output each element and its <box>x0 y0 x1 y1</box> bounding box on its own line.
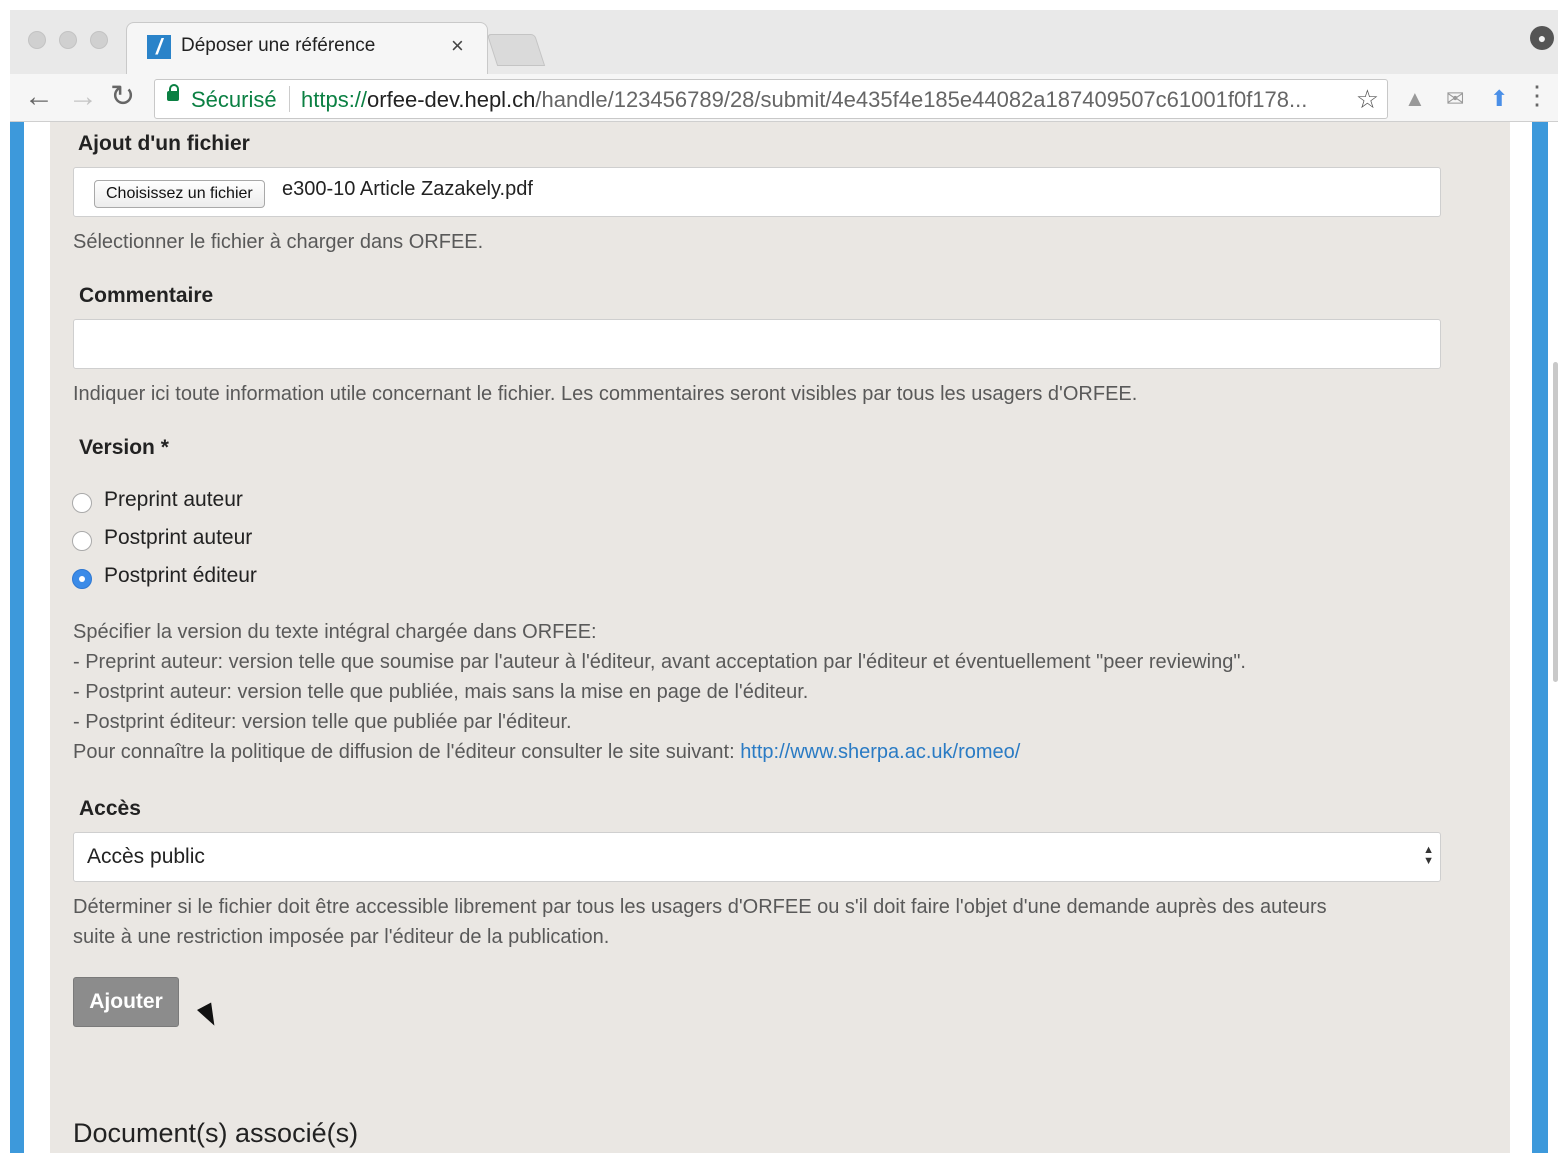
tab-title: Déposer une référence <box>181 35 376 56</box>
file-help-text: Sélectionner le fichier à charger dans O… <box>73 231 484 253</box>
version-label: Version * <box>79 436 169 459</box>
url-path: /handle/123456789/28/submit/4e435f4e185e… <box>535 87 1308 112</box>
version-help-block: Spécifier la version du texte intégral c… <box>73 617 1246 767</box>
lock-icon <box>167 84 179 101</box>
version-radio-postprint-editeur[interactable] <box>72 569 92 589</box>
version-radio-preprint-auteur[interactable] <box>72 493 92 513</box>
back-arrow-icon[interactable]: ← <box>24 80 54 114</box>
access-select[interactable]: Accès public ▲ ▼ <box>73 832 1441 882</box>
reload-icon[interactable]: ↻ <box>110 80 135 114</box>
access-help-line: Déterminer si le fichier doit être acces… <box>73 896 1327 918</box>
site-favicon-icon: / <box>147 35 171 59</box>
url-scheme: https:// <box>301 87 368 112</box>
version-option-label[interactable]: Preprint auteur <box>104 488 243 512</box>
comment-label: Commentaire <box>79 284 214 307</box>
maximize-window-button[interactable] <box>90 31 108 49</box>
file-input[interactable]: Choisissez un fichier e300-10 Article Za… <box>73 167 1441 217</box>
left-accent-stripe <box>10 122 24 1153</box>
access-label: Accès <box>79 797 141 820</box>
version-option-label[interactable]: Postprint auteur <box>104 526 252 550</box>
right-accent-stripe <box>1532 122 1548 1153</box>
mail-extension-icon[interactable]: ✉ <box>1446 86 1464 112</box>
choose-file-button[interactable]: Choisissez un fichier <box>94 180 265 208</box>
access-help-line: suite à une restriction imposée par l'éd… <box>73 926 610 948</box>
version-help-line: - Postprint éditeur: version telle que p… <box>73 711 572 733</box>
page-scrollbar[interactable] <box>1553 362 1558 682</box>
page-viewport: Ajout d'un fichier Choisissez un fichier… <box>10 122 1558 1153</box>
access-help-block: Déterminer si le fichier doit être acces… <box>73 892 1327 952</box>
access-selected-value: Accès public <box>87 845 205 868</box>
file-label: Ajout d'un fichier <box>78 132 250 155</box>
version-help-line: Spécifier la version du texte intégral c… <box>73 621 597 643</box>
address-separator <box>289 86 290 112</box>
browser-chrome: / Déposer une référence × ● ← → ↻ Sécuri… <box>10 10 1558 122</box>
mouse-cursor-icon <box>197 1002 222 1030</box>
bookmark-star-icon[interactable]: ☆ <box>1356 84 1379 115</box>
version-option-label[interactable]: Postprint éditeur <box>104 564 257 588</box>
version-radio-postprint-auteur[interactable] <box>72 531 92 551</box>
drive-extension-icon[interactable]: ▲ <box>1404 86 1426 112</box>
version-help-line: - Postprint auteur: version telle que pu… <box>73 681 809 703</box>
new-tab-button[interactable] <box>486 34 546 66</box>
url-text[interactable]: https://orfee-dev.hepl.ch/handle/1234567… <box>301 87 1307 113</box>
sherpa-romeo-link[interactable]: http://www.sherpa.ac.uk/romeo/ <box>740 741 1020 763</box>
version-help-line: Pour connaître la politique de diffusion… <box>73 737 1246 767</box>
select-arrows-icon: ▲ ▼ <box>1423 844 1434 867</box>
comment-input[interactable] <box>73 319 1441 369</box>
secure-label: Sécurisé <box>191 87 277 112</box>
browser-menu-icon[interactable]: ⋮ <box>1524 82 1550 108</box>
tab-strip: / Déposer une référence × ● <box>10 10 1558 74</box>
associated-documents-heading: Document(s) associé(s) <box>73 1118 359 1148</box>
close-window-button[interactable] <box>28 31 46 49</box>
browser-tab[interactable]: / Déposer une référence × <box>126 22 488 74</box>
selected-filename: e300-10 Article Zazakely.pdf <box>282 178 533 200</box>
close-tab-icon[interactable]: × <box>451 33 464 59</box>
browser-toolbar: ← → ↻ Sécurisé https://orfee-dev.hepl.ch… <box>10 74 1558 122</box>
upload-extension-icon[interactable]: ⬆ <box>1490 86 1508 112</box>
minimize-window-button[interactable] <box>59 31 77 49</box>
add-file-button[interactable]: Ajouter <box>73 977 179 1027</box>
comment-help-text: Indiquer ici toute information utile con… <box>73 383 1138 405</box>
forward-arrow-icon[interactable]: → <box>68 80 98 114</box>
profile-icon[interactable]: ● <box>1530 26 1554 50</box>
address-bar[interactable]: Sécurisé https://orfee-dev.hepl.ch/handl… <box>154 79 1388 119</box>
upload-form-panel: Ajout d'un fichier Choisissez un fichier… <box>50 122 1510 1153</box>
url-host: orfee-dev.hepl.ch <box>367 87 536 112</box>
version-help-line: - Preprint auteur: version telle que sou… <box>73 651 1246 673</box>
policy-prefix: Pour connaître la politique de diffusion… <box>73 741 741 763</box>
